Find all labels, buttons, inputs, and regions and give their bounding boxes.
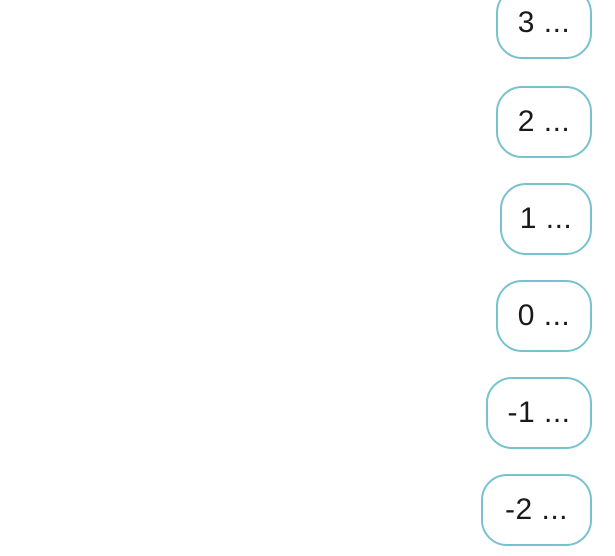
number-item-0[interactable]: 0 ...	[496, 280, 592, 352]
number-item-label: 2 ...	[517, 105, 571, 138]
number-item-2[interactable]: 2 ...	[496, 86, 592, 158]
number-item-minus-2[interactable]: -2 ...	[481, 474, 592, 546]
number-item-label: 1 ...	[519, 202, 573, 235]
number-item-label: -2 ...	[504, 493, 568, 526]
number-item-label: 3 ...	[517, 6, 571, 39]
number-item-1[interactable]: 1 ...	[500, 183, 592, 255]
number-item-minus-1[interactable]: -1 ...	[486, 377, 592, 449]
number-item-3[interactable]: 3 ...	[496, 0, 592, 59]
number-list-viewport[interactable]: 3 ... 2 ... 1 ... 0 ... -1 ... -2 ...	[0, 0, 615, 556]
number-item-label: 0 ...	[517, 299, 571, 332]
number-item-label: -1 ...	[507, 396, 571, 429]
